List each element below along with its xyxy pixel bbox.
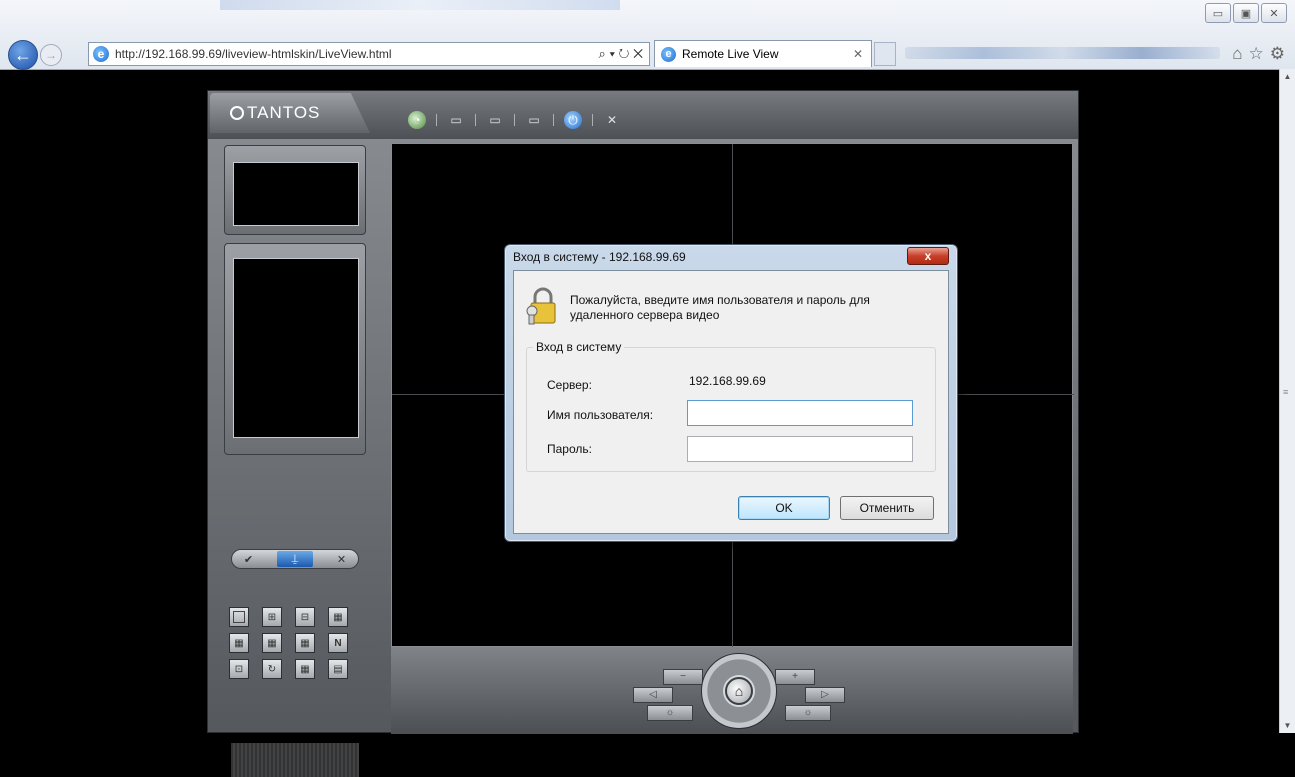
ptz-control-panel: − ◁ ☼ + ▷ ☼ ⌂ — [391, 647, 1073, 734]
fullscreen-icon[interactable]: ⊡ — [229, 659, 249, 679]
close-window-button[interactable]: ✕ — [1261, 3, 1287, 23]
password-label: Пароль: — [547, 442, 592, 456]
dialog-body: Пожалуйста, введите имя пользователя и п… — [513, 270, 949, 534]
new-tab-button[interactable] — [874, 42, 896, 66]
browser-chrome: ▭ ▣ ✕ ← → e http://192.168.99.69/livevie… — [0, 0, 1295, 70]
tantos-logo: TANTOS — [230, 103, 320, 123]
server-value: 192.168.99.69 — [689, 374, 766, 388]
ie-page-icon: e — [93, 46, 109, 62]
lock-keys-icon — [526, 287, 556, 325]
minimize-button[interactable]: ▭ — [1205, 3, 1231, 23]
focus-far-button[interactable]: ▷ — [805, 687, 845, 703]
user-control-pill: ✔ ⍊ ✕ — [231, 549, 359, 569]
monitor-1-icon[interactable]: ▭ — [447, 111, 465, 129]
back-arrow-icon: ← — [14, 44, 32, 65]
monitor-2-icon[interactable]: ▭ — [486, 111, 504, 129]
scroll-down-arrow-icon[interactable]: ▼ — [1280, 718, 1295, 733]
ptz-joystick[interactable]: ⌂ — [701, 653, 777, 729]
preview-frame-small — [224, 145, 366, 235]
iris-open-button[interactable]: ☼ — [785, 705, 831, 721]
logo-circle-icon — [230, 106, 244, 120]
remove-x-icon[interactable]: ✕ — [337, 553, 346, 566]
dialog-close-button[interactable]: x — [907, 247, 949, 265]
left-panel: ✔ ⍊ ✕ ⊞ ⊟ ▦ ▦ ▦ ▦ N ⊡ ↻ ▦ ▤ — [215, 139, 373, 777]
login-dialog: Вход в систему - 192.168.99.69 x Пожалуй… — [504, 244, 958, 542]
address-tools[interactable]: ⌕ ▾ ↻ ✕ — [573, 46, 649, 62]
layout-6-icon[interactable]: ⊟ — [295, 607, 315, 627]
ok-button[interactable]: OK — [738, 496, 830, 520]
ptz-home-icon[interactable]: ⌂ — [725, 677, 753, 705]
login-groupbox: Вход в систему Сервер: 192.168.99.69 Имя… — [526, 340, 936, 472]
restore-button[interactable]: ▣ — [1233, 3, 1259, 23]
server-label: Сервер: — [547, 378, 592, 392]
iris-close-button[interactable]: ☼ — [647, 705, 693, 721]
group-label: Вход в систему — [533, 340, 625, 354]
confirm-check-icon[interactable]: ✔ — [244, 553, 253, 566]
layout-9-icon[interactable]: ▦ — [328, 607, 348, 627]
address-url[interactable]: http://192.168.99.69/liveview-htmlskin/L… — [115, 47, 573, 61]
zoom-out-button[interactable]: − — [663, 669, 703, 685]
layout-36-icon[interactable]: ▦ — [295, 659, 315, 679]
blurred-tabs-strip — [220, 0, 620, 10]
dialog-title: Вход в систему - 192.168.99.69 — [513, 250, 686, 264]
blurred-favorites-bar — [905, 47, 1220, 59]
preview-screen-small — [233, 162, 359, 226]
password-input[interactable] — [687, 436, 913, 462]
power-icon[interactable]: ⏻ — [564, 111, 582, 129]
window-controls: ▭ ▣ ✕ — [1205, 3, 1287, 23]
tab-close-icon[interactable]: ✕ — [853, 47, 871, 61]
address-bar[interactable]: e http://192.168.99.69/liveview-htmlskin… — [88, 42, 650, 66]
monitor-3-icon[interactable]: ▭ — [525, 111, 543, 129]
tab-title: Remote Live View — [682, 47, 779, 61]
speaker-grille — [231, 743, 359, 777]
layout-16-icon[interactable]: ▦ — [262, 633, 282, 653]
layout-25-icon[interactable]: ▦ — [295, 633, 315, 653]
browser-tab-active[interactable]: e Remote Live View ✕ — [654, 40, 872, 67]
focus-near-button[interactable]: ◁ — [633, 687, 673, 703]
dialog-message: Пожалуйста, введите имя пользователя и п… — [570, 293, 870, 322]
zoom-in-button[interactable]: + — [775, 669, 815, 685]
layout-64-icon[interactable]: ▤ — [328, 659, 348, 679]
layout-13-icon[interactable]: ▦ — [229, 633, 249, 653]
layout-1-icon[interactable] — [229, 607, 249, 627]
camera-globe-icon[interactable]: ◔ — [408, 111, 426, 129]
username-input[interactable] — [687, 400, 913, 426]
forward-button[interactable]: → — [40, 44, 62, 66]
back-button[interactable]: ← — [8, 40, 38, 70]
ie-tab-icon: e — [661, 46, 676, 62]
username-label: Имя пользователя: — [547, 408, 654, 422]
page-scrollbar[interactable]: ▲ ≡ ▼ — [1279, 69, 1295, 733]
settings-gear-icon[interactable]: ⚙ — [1270, 44, 1285, 64]
app-header: TANTOS ◔ ▭ ▭ ▭ ⏻ ✕ — [208, 91, 1078, 139]
sequence-icon[interactable]: ↻ — [262, 659, 282, 679]
layout-grid: ⊞ ⊟ ▦ ▦ ▦ ▦ N ⊡ ↻ ▦ ▤ — [229, 607, 348, 679]
app-toolbar: ◔ ▭ ▭ ▭ ⏻ ✕ — [408, 111, 621, 129]
favorites-star-icon[interactable]: ☆ — [1249, 44, 1264, 64]
preview-frame-large — [224, 243, 366, 455]
forward-arrow-icon: → — [45, 48, 57, 62]
preview-screen-large — [233, 258, 359, 438]
browser-right-icons: ⌂ ☆ ⚙ — [1232, 44, 1285, 64]
scroll-up-arrow-icon[interactable]: ▲ — [1280, 69, 1295, 84]
layout-n-icon[interactable]: N — [328, 633, 348, 653]
layout-4-icon[interactable]: ⊞ — [262, 607, 282, 627]
tools-icon[interactable]: ✕ — [603, 111, 621, 129]
home-icon[interactable]: ⌂ — [1232, 44, 1242, 64]
scroll-grip-icon[interactable]: ≡ — [1283, 387, 1288, 397]
user-icon[interactable]: ⍊ — [276, 551, 313, 567]
cancel-button[interactable]: Отменить — [840, 496, 934, 520]
